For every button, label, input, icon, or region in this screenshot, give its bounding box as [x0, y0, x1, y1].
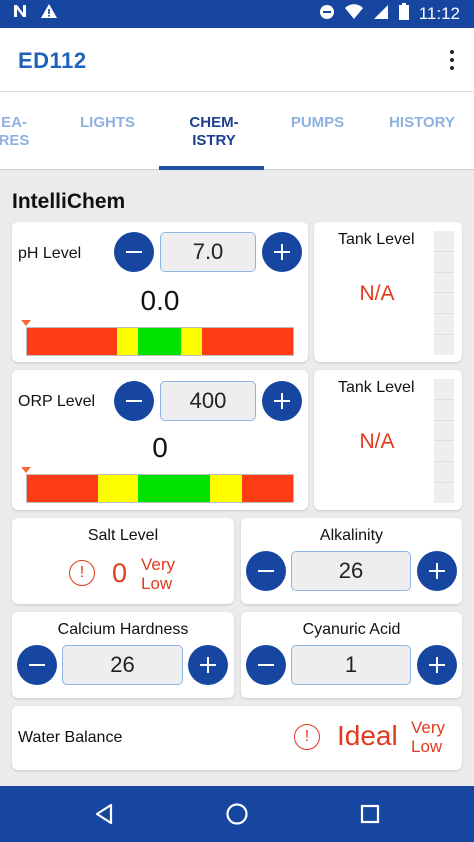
orp-tank-label: Tank Level	[338, 379, 415, 396]
tab-lights[interactable]: LIGHTS	[60, 114, 155, 132]
back-icon[interactable]	[91, 800, 119, 828]
salt-level-card: Salt Level ! 0 Very Low	[12, 518, 234, 604]
cyanuric-acid-label: Cyanuric Acid	[302, 621, 401, 638]
cyanuric-acid-card: Cyanuric Acid 1	[241, 612, 462, 698]
orp-level-label: ORP Level	[18, 393, 96, 410]
system-nav-bar	[0, 786, 474, 842]
ph-marker-icon	[21, 320, 31, 326]
section-title: IntelliChem	[12, 190, 126, 213]
orp-scale-bar	[26, 474, 294, 503]
orp-reading: 0	[152, 432, 168, 463]
orp-increase-button[interactable]	[262, 381, 302, 421]
orp-tank-card: Tank Level N/A	[314, 370, 462, 510]
tab-features[interactable]: EA- RES	[0, 114, 34, 150]
ph-setpoint-value[interactable]: 7.0	[160, 232, 256, 272]
orp-marker-icon	[21, 467, 31, 473]
water-balance-value: Ideal	[337, 720, 398, 751]
ph-decrease-button[interactable]	[114, 232, 154, 272]
cyanuric-increase-button[interactable]	[417, 645, 457, 685]
alkalinity-increase-button[interactable]	[417, 551, 457, 591]
alkalinity-value[interactable]: 26	[291, 551, 411, 591]
calcium-hardness-card: Calcium Hardness 26	[12, 612, 234, 698]
alert-icon: !	[69, 560, 95, 586]
salt-level-label: Salt Level	[87, 527, 159, 544]
app-bar: ED112	[0, 28, 474, 92]
water-balance-status: Very Low	[411, 718, 446, 756]
water-balance-label: Water Balance	[18, 729, 123, 746]
ph-level-card: pH Level 7.0 0.0	[12, 222, 308, 362]
cyanuric-decrease-button[interactable]	[246, 645, 286, 685]
wifi-icon	[344, 3, 363, 25]
ph-tank-gauge	[434, 231, 454, 355]
orp-tank-value: N/A	[359, 430, 395, 453]
ph-level-label: pH Level	[18, 245, 82, 262]
alkalinity-card: Alkalinity 26	[241, 518, 462, 604]
salt-level-value: 0	[112, 558, 128, 588]
ph-scale-bar	[26, 327, 294, 356]
n-notification-icon	[12, 3, 28, 24]
ph-tank-value: N/A	[359, 282, 395, 305]
tab-history[interactable]: HISTORY	[376, 114, 468, 132]
orp-level-card: ORP Level 400 0	[12, 370, 308, 510]
orp-tank-gauge	[434, 379, 454, 503]
alkalinity-decrease-button[interactable]	[246, 551, 286, 591]
battery-icon	[398, 3, 409, 25]
home-icon[interactable]	[223, 800, 251, 828]
minus-icon	[126, 251, 142, 253]
minus-icon	[126, 400, 142, 402]
recents-icon[interactable]	[356, 800, 384, 828]
overflow-menu-icon[interactable]	[446, 48, 458, 72]
minus-icon	[258, 570, 274, 572]
calcium-decrease-button[interactable]	[17, 645, 57, 685]
active-tab-indicator	[159, 166, 264, 170]
tab-chemistry[interactable]: CHEM- ISTRY	[164, 114, 264, 150]
dnd-icon	[319, 4, 335, 25]
orp-decrease-button[interactable]	[114, 381, 154, 421]
signal-icon	[373, 4, 389, 25]
calcium-increase-button[interactable]	[188, 645, 228, 685]
tab-pumps[interactable]: PUMPS	[270, 114, 365, 132]
alert-icon: !	[294, 724, 320, 750]
ph-increase-button[interactable]	[262, 232, 302, 272]
minus-icon	[29, 664, 45, 666]
orp-setpoint-value[interactable]: 400	[160, 381, 256, 421]
tab-bar: EA- RES LIGHTS CHEM- ISTRY PUMPS HISTORY	[0, 92, 474, 170]
salt-level-status: Very Low	[141, 555, 176, 593]
minus-icon	[258, 664, 274, 666]
status-bar: 11:12	[0, 0, 474, 28]
water-balance-card: Water Balance ! Ideal Very Low	[12, 706, 462, 770]
ph-tank-card: Tank Level N/A	[314, 222, 462, 362]
ph-reading: 0.0	[140, 285, 180, 316]
ph-tank-label: Tank Level	[338, 231, 415, 248]
calcium-hardness-label: Calcium Hardness	[57, 621, 189, 638]
app-title: ED112	[18, 48, 87, 73]
calcium-hardness-value[interactable]: 26	[62, 645, 183, 685]
clock: 11:12	[418, 4, 460, 23]
cyanuric-acid-value[interactable]: 1	[291, 645, 411, 685]
warning-icon	[40, 3, 58, 24]
alkalinity-label: Alkalinity	[319, 527, 384, 544]
